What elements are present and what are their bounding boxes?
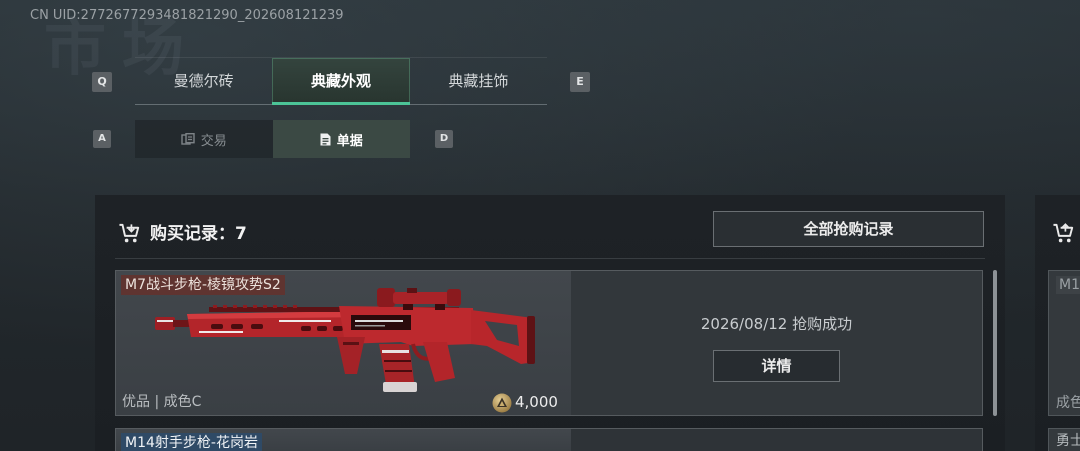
- record-card[interactable]: M14射手步枪-花岗岩: [115, 428, 983, 451]
- records-title-label: 购买记录：: [150, 224, 235, 244]
- subtab-trade-label: 交易: [200, 133, 227, 149]
- tab-collection-skins[interactable]: 典藏外观: [272, 58, 410, 105]
- sales-records-panel: M1 成色 勇士: [1035, 195, 1080, 451]
- side-item-name: 勇士: [1056, 433, 1080, 449]
- all-records-button[interactable]: 全部抢购记录: [713, 211, 984, 247]
- receipt-icon: [320, 133, 331, 146]
- sub-tab-bar: 交易 单据: [135, 120, 410, 158]
- side-record-card[interactable]: 勇士: [1048, 428, 1080, 451]
- header-divider: [115, 258, 985, 259]
- subtab-receipts-label: 单据: [336, 133, 363, 149]
- side-record-card[interactable]: M1 成色: [1048, 270, 1080, 416]
- key-hint-q: Q: [92, 72, 112, 92]
- key-hint-e: E: [570, 72, 590, 92]
- record-info-area: [571, 429, 982, 451]
- cart-icon: [1052, 222, 1075, 248]
- item-name-label: M14射手步枪-花岗岩: [121, 433, 262, 451]
- subtab-trade[interactable]: 交易: [135, 120, 273, 158]
- item-price: 4,000: [515, 393, 558, 411]
- records-title: 购买记录：7: [150, 222, 247, 246]
- item-quality: 优品 | 成色C: [122, 394, 202, 410]
- cart-icon: [118, 222, 141, 248]
- records-count: 7: [235, 224, 247, 244]
- rifle-image: [155, 288, 535, 392]
- item-name-label: M7战斗步枪-棱镜攻势S2: [121, 275, 285, 295]
- scrollbar[interactable]: [993, 270, 997, 416]
- subtab-receipts[interactable]: 单据: [272, 120, 410, 158]
- side-item-quality: 成色: [1056, 395, 1080, 411]
- side-item-name: M1: [1056, 276, 1080, 294]
- top-tab-bar: 曼德尔砖 典藏外观 典藏挂饰: [135, 57, 547, 105]
- key-hint-d: D: [435, 130, 453, 148]
- trade-icon: [181, 132, 195, 146]
- record-image-area: M7战斗步枪-棱镜攻势S2 优品 | 成色C 4,000: [116, 271, 571, 415]
- record-info-area: 2026/08/12 抢购成功 详情: [571, 271, 982, 415]
- tab-collection-charms[interactable]: 典藏挂饰: [410, 58, 547, 104]
- coin-icon: [492, 393, 512, 415]
- record-card[interactable]: M7战斗步枪-棱镜攻势S2 优品 | 成色C 4,000 2026/08/12 …: [115, 270, 983, 416]
- market-screen: 市场 CN UID:2772677293481821290_2026081212…: [0, 0, 1080, 451]
- key-hint-a: A: [93, 130, 111, 148]
- detail-button[interactable]: 详情: [713, 350, 840, 382]
- tab-mandel-brick[interactable]: 曼德尔砖: [135, 58, 272, 104]
- uid-text: CN UID:2772677293481821290_202608121239: [30, 8, 344, 23]
- purchase-status: 2026/08/12 抢购成功: [700, 315, 853, 333]
